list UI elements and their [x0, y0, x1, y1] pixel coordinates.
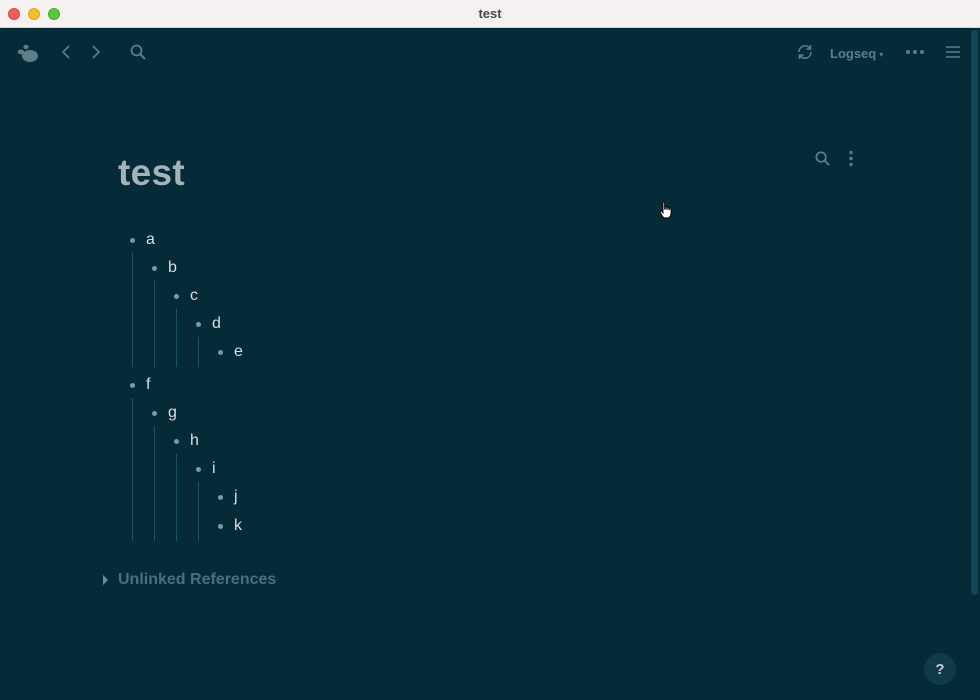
block-bullet[interactable]: [152, 265, 157, 271]
list-item[interactable]: i: [196, 457, 216, 481]
block-content[interactable]: i: [212, 460, 216, 478]
caret-right-icon: [103, 575, 108, 585]
block-guide-line: [132, 398, 133, 541]
block-bullet[interactable]: [196, 321, 201, 327]
block-guide-line: [198, 337, 199, 367]
page-search-icon[interactable]: [814, 150, 831, 167]
logseq-logo-icon[interactable]: [16, 42, 40, 64]
hand-cursor-icon: [659, 201, 673, 224]
block-content[interactable]: b: [168, 259, 177, 277]
list-item[interactable]: e: [218, 340, 243, 364]
list-item[interactable]: b: [152, 256, 177, 280]
block-bullet[interactable]: [152, 410, 157, 416]
block-guide-line: [176, 309, 177, 367]
block-guide-line: [154, 281, 155, 367]
scrollbar[interactable]: [971, 30, 978, 595]
repo-label: Logseq: [830, 46, 877, 61]
block-content[interactable]: h: [190, 432, 199, 450]
block-bullet[interactable]: [218, 523, 223, 529]
menu-icon[interactable]: [945, 44, 961, 60]
block-content[interactable]: f: [146, 376, 150, 394]
block-content[interactable]: g: [168, 404, 177, 422]
block-bullet[interactable]: [174, 438, 179, 444]
more-vertical-icon[interactable]: [846, 150, 856, 167]
block-content[interactable]: j: [234, 488, 238, 506]
block-guide-line: [132, 253, 133, 367]
list-item[interactable]: d: [196, 312, 221, 336]
block-bullet[interactable]: [130, 382, 135, 388]
list-item[interactable]: f: [130, 373, 150, 397]
list-item[interactable]: h: [174, 429, 199, 453]
page-title[interactable]: test: [118, 152, 185, 194]
block-content[interactable]: d: [212, 315, 221, 333]
block-content[interactable]: k: [234, 517, 242, 535]
block-bullet[interactable]: [196, 466, 201, 472]
chevron-left-icon[interactable]: [60, 44, 74, 60]
refresh-icon[interactable]: [796, 43, 814, 61]
unlinked-references-label: Unlinked References: [118, 571, 277, 588]
block-guide-line: [154, 426, 155, 541]
block-bullet[interactable]: [218, 349, 223, 355]
window-title: test: [478, 6, 502, 21]
block-guide-line: [198, 482, 199, 541]
block-content[interactable]: a: [146, 231, 155, 249]
list-item[interactable]: k: [218, 514, 242, 538]
block-content[interactable]: c: [190, 287, 198, 305]
more-horizontal-icon[interactable]: [905, 44, 925, 60]
chevron-down-icon: ▾: [879, 50, 884, 59]
unlinked-references-toggle[interactable]: Unlinked References: [103, 571, 276, 589]
repo-switcher[interactable]: Logseq ▾: [830, 46, 883, 61]
list-item[interactable]: j: [218, 485, 238, 509]
block-bullet[interactable]: [130, 237, 135, 243]
block-bullet[interactable]: [218, 494, 223, 500]
chevron-right-icon[interactable]: [88, 44, 102, 60]
block-guide-line: [176, 454, 177, 541]
list-item[interactable]: c: [174, 284, 198, 308]
window-title-bar: test: [0, 0, 980, 28]
help-button[interactable]: ?: [924, 653, 956, 685]
list-item[interactable]: a: [130, 228, 155, 252]
list-item[interactable]: g: [152, 401, 177, 425]
block-bullet[interactable]: [174, 293, 179, 299]
block-content[interactable]: e: [234, 343, 243, 361]
search-icon[interactable]: [129, 43, 147, 61]
